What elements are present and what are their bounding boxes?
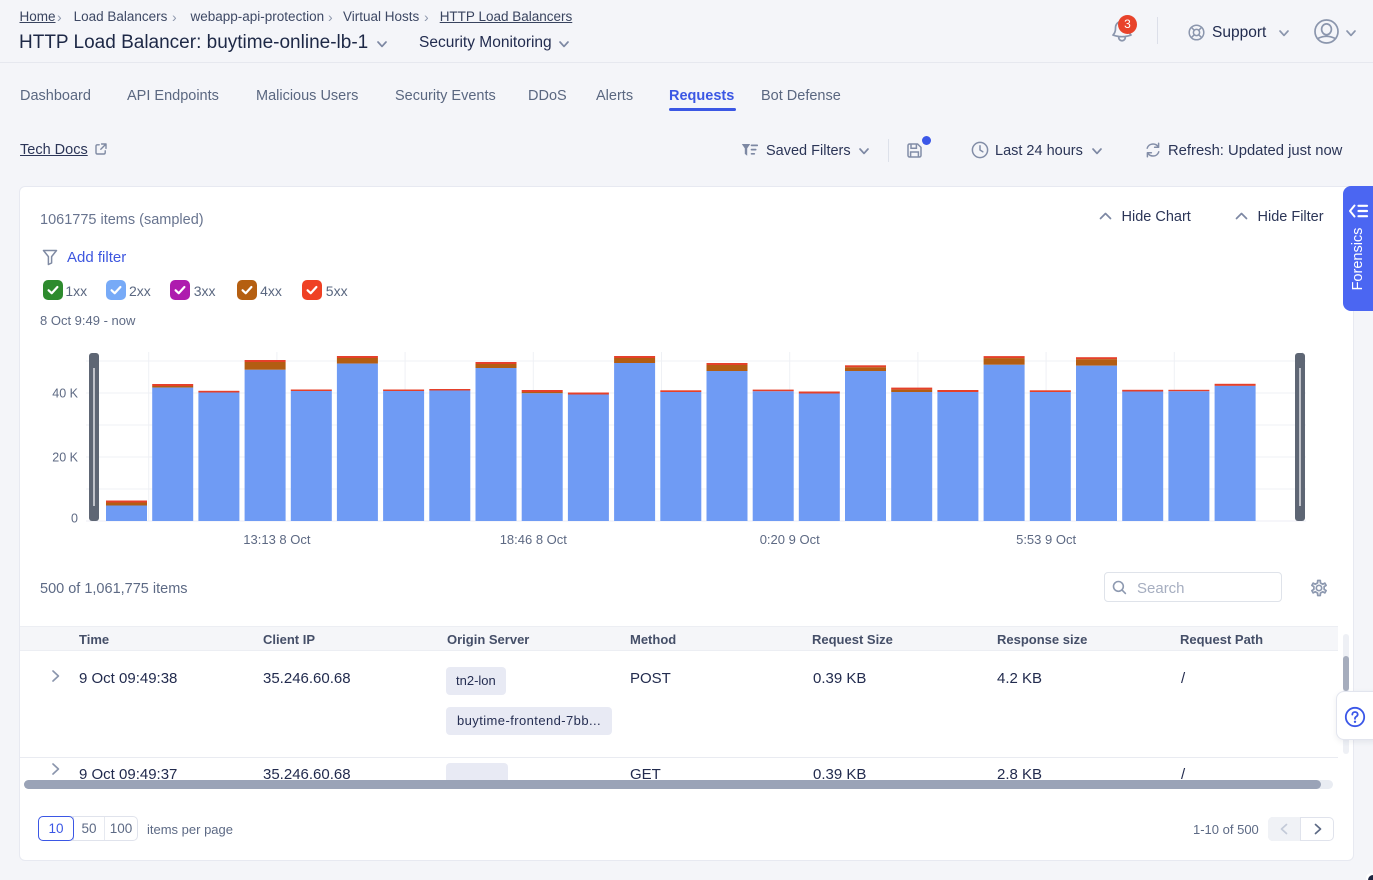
svg-text:40 K: 40 K (52, 387, 78, 401)
svg-text:0:20 9 Oct: 0:20 9 Oct (760, 532, 820, 547)
svg-text:13:13 8 Oct: 13:13 8 Oct (243, 532, 311, 547)
svg-text:5:53 9 Oct: 5:53 9 Oct (1016, 532, 1076, 547)
svg-text:0: 0 (71, 512, 78, 526)
svg-text:20 K: 20 K (52, 451, 78, 465)
svg-text:18:46 8 Oct: 18:46 8 Oct (500, 532, 568, 547)
